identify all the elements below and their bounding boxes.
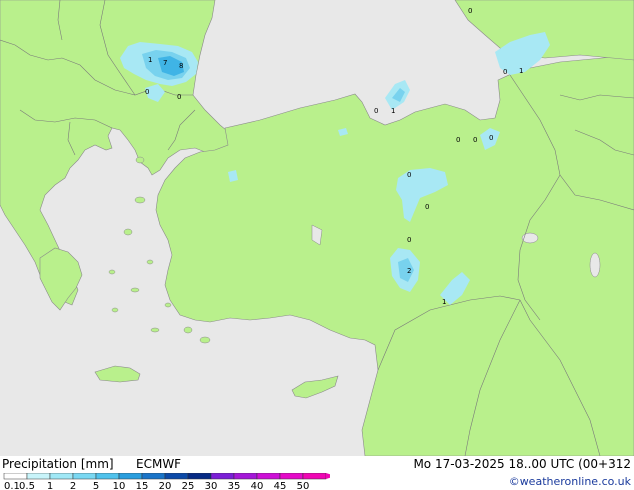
color-scale-legend: 0.1 0.5 1 2 5 10 15 20 25 30 35 40 45 50 — [3, 473, 330, 490]
scale-label: 1 — [47, 481, 53, 490]
scale-color-box — [95, 473, 120, 480]
scale-label: 40 — [251, 481, 264, 490]
scale-color-box — [187, 473, 212, 480]
scale-label: 20 — [159, 481, 172, 490]
scale-color-box — [72, 473, 97, 480]
model-name: ECMWF — [136, 457, 182, 471]
scale-color-box — [164, 473, 189, 480]
scale-color-box — [279, 473, 304, 480]
precip-value: 0 — [473, 136, 477, 144]
precip-value: 0 — [503, 68, 507, 76]
precip-value: 0 — [407, 236, 411, 244]
scale-label: 15 — [136, 481, 149, 490]
precip-value: 0 — [407, 171, 411, 179]
scale-arrow-icon — [326, 473, 330, 479]
scale-label: 0.1 — [4, 481, 20, 490]
scale-labels: 0.1 0.5 1 2 5 10 15 20 25 30 35 40 45 50 — [4, 481, 309, 490]
scale-color-box — [26, 473, 51, 480]
precip-value: 7 — [163, 59, 167, 67]
scale-color-box — [302, 473, 327, 480]
precip-value: 1 — [519, 67, 523, 75]
map-footer: Precipitation [mm] ECMWF Mo 17-03-2025 1… — [0, 456, 634, 490]
precip-value: 2 — [407, 267, 411, 275]
precip-value: 0 — [468, 7, 472, 15]
scale-color-box — [210, 473, 235, 480]
scale-color-box — [141, 473, 166, 480]
precip-value: 0 — [145, 88, 149, 96]
precip-value: 8 — [179, 62, 183, 70]
precip-value: 0 — [489, 134, 493, 142]
scale-color-box — [256, 473, 281, 480]
map-title: Precipitation [mm] — [2, 457, 114, 471]
scale-label: 0.5 — [19, 481, 35, 490]
scale-color-box — [233, 473, 258, 480]
credit-link[interactable]: ©weatheronline.co.uk — [509, 475, 631, 488]
valid-time: Mo 17-03-2025 18..00 UTC (00+312 — [413, 457, 631, 471]
scale-label: 50 — [297, 481, 310, 490]
precip-value: 1 — [442, 298, 446, 306]
scale-color-boxes — [3, 473, 330, 480]
scale-label: 35 — [228, 481, 241, 490]
precip-value: 0 — [374, 107, 378, 115]
precipitation-map: 1 7 8 0 0 0 1 0 0 1 0 0 0 0 0 0 2 1 — [0, 0, 634, 456]
scale-label: 2 — [70, 481, 76, 490]
precip-value: 1 — [391, 107, 395, 115]
precip-value: 0 — [456, 136, 460, 144]
scale-label: 5 — [93, 481, 99, 490]
scale-label: 45 — [274, 481, 287, 490]
precip-value: 0 — [177, 93, 181, 101]
scale-color-box — [49, 473, 74, 480]
scale-label: 30 — [205, 481, 218, 490]
scale-color-box — [3, 473, 28, 480]
precip-value: 1 — [148, 56, 152, 64]
scale-label: 25 — [182, 481, 195, 490]
precip-value: 0 — [425, 203, 429, 211]
scale-color-box — [118, 473, 143, 480]
scale-label: 10 — [113, 481, 126, 490]
